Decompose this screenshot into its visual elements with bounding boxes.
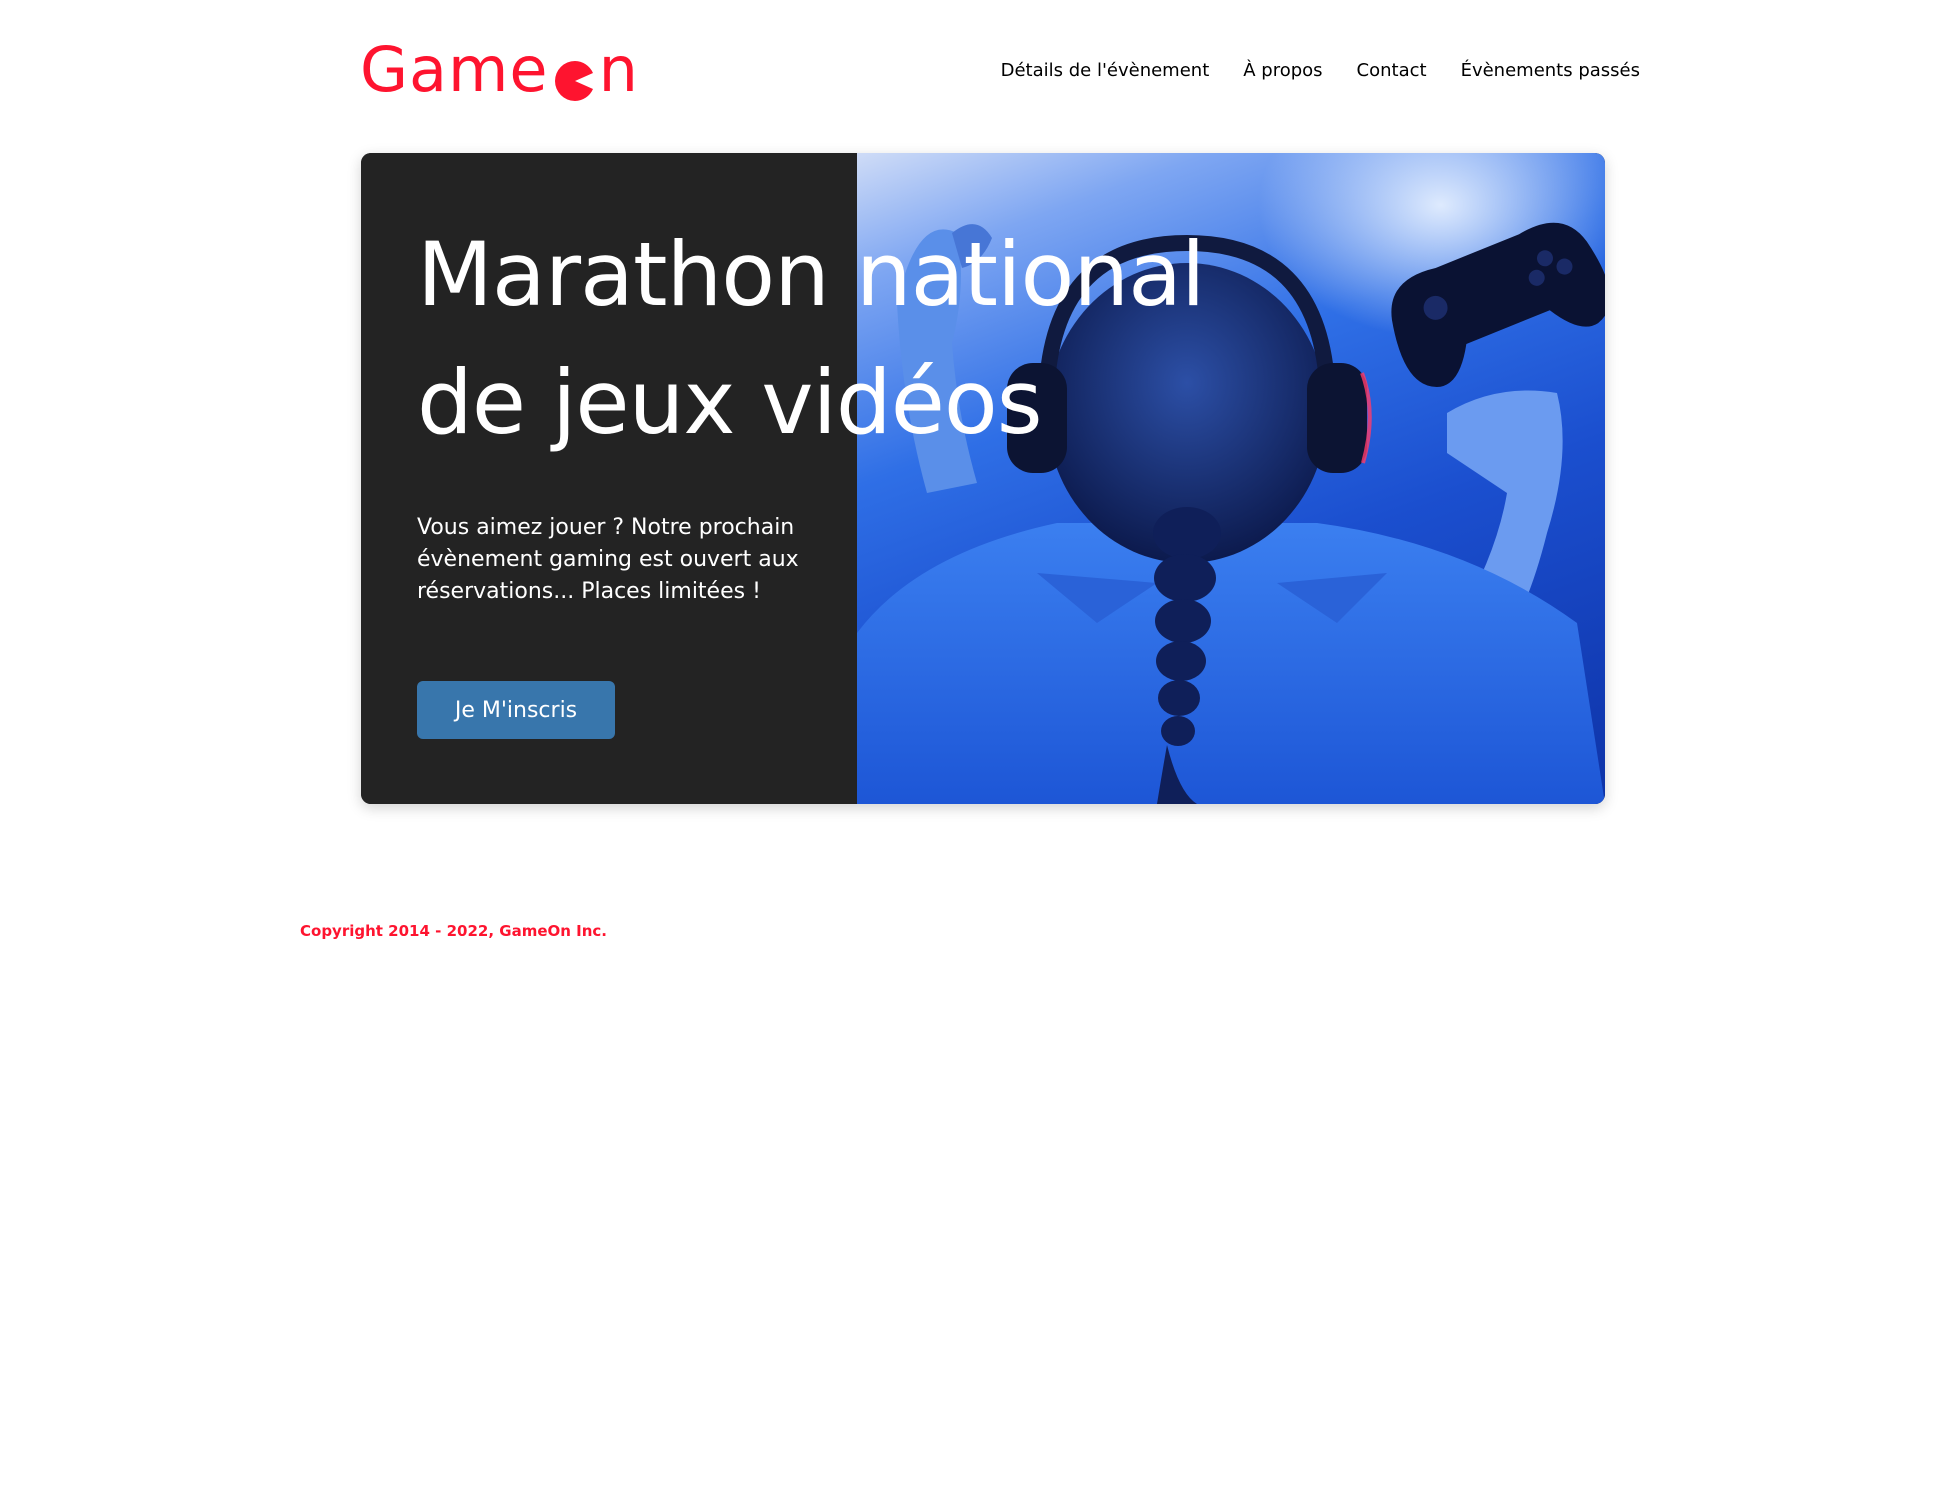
nav-item-about[interactable]: À propos: [1243, 60, 1322, 81]
hero-description: Vous aimez jouer ? Notre prochain évènem…: [417, 515, 799, 604]
hero-title: Marathon national de jeux vidéos: [417, 211, 1317, 467]
footer-copyright: Copyright 2014 - 2022, GameOn Inc.: [300, 922, 608, 940]
nav-item-contact[interactable]: Contact: [1357, 60, 1427, 81]
gameon-logo[interactable]: Game n: [360, 38, 639, 102]
pacman-o-icon: [553, 50, 597, 101]
hero-title-line-1: Marathon national: [417, 223, 1205, 326]
logo-text-n: n: [598, 33, 639, 106]
logo-text-game: Game: [360, 33, 549, 106]
nav-item-past-events[interactable]: Évènements passés: [1461, 60, 1640, 81]
nav-item-event-details[interactable]: Détails de l'évènement: [1001, 60, 1210, 81]
hero-banner: Marathon national de jeux vidéos Vous ai…: [361, 153, 1605, 804]
page: Game n Détails de l'évènement À propos C…: [0, 0, 1958, 1491]
site-header: Game n Détails de l'évènement À propos C…: [360, 38, 1640, 108]
signup-button[interactable]: Je M'inscris: [417, 681, 615, 739]
main-nav: Détails de l'évènement À propos Contact …: [1001, 60, 1640, 81]
hero-title-line-2: de jeux vidéos: [417, 351, 1043, 454]
